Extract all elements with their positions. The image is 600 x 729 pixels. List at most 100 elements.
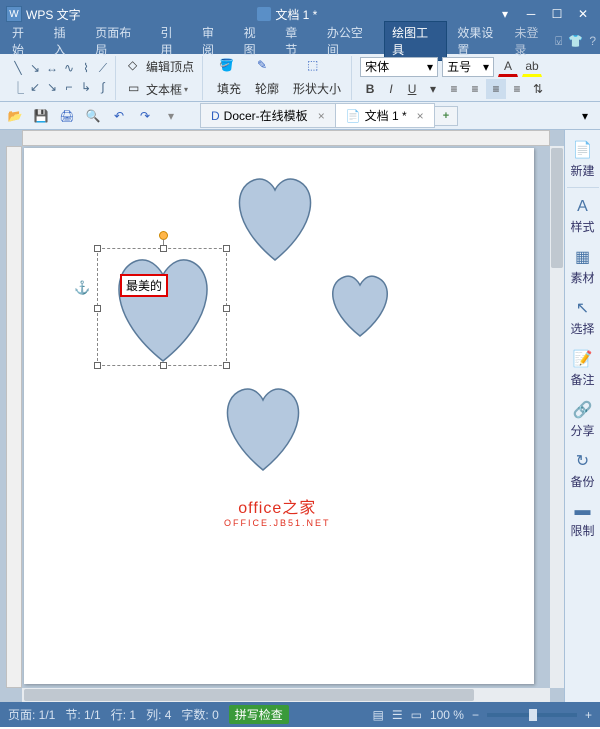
align-left-button[interactable]: ≡ (444, 79, 464, 99)
status-words[interactable]: 字数: 0 (181, 706, 218, 723)
zoom-out-button[interactable]: − (472, 708, 479, 722)
font-name-select[interactable]: 宋体▾ (360, 57, 438, 77)
side-new[interactable]: 📄新建 (567, 136, 599, 188)
maximize-icon[interactable]: ☐ (546, 5, 568, 23)
close-icon[interactable]: ✕ (572, 5, 594, 23)
cursor-icon: ↖ (576, 298, 589, 318)
side-select[interactable]: ↖ 选择 (567, 294, 599, 341)
tab-doc1-label: 文档 1 * (365, 107, 407, 124)
elbow-icon[interactable]: ⌐ (61, 78, 77, 96)
side-backup[interactable]: ↻备份 (567, 447, 599, 494)
ruler-vertical[interactable] (6, 146, 22, 688)
font-color-button[interactable]: A (498, 57, 518, 77)
align-justify-button[interactable]: ≡ (507, 79, 527, 99)
qat-more-icon[interactable]: ▾ (162, 107, 180, 125)
textbox-button[interactable]: ▭文本框▾ (124, 79, 198, 100)
zoom-slider[interactable] (487, 713, 577, 717)
edit-vertex-button[interactable]: ◇编辑顶点 (124, 56, 198, 77)
font-size-select[interactable]: 五号▾ (442, 57, 494, 77)
tab-docer-label: Docer-在线模板 (224, 107, 308, 124)
tab-close-icon[interactable]: × (318, 109, 325, 123)
status-page[interactable]: 页面: 1/1 (8, 706, 55, 723)
login-status[interactable]: 未登录 (515, 24, 550, 58)
elbow-arrow-icon[interactable]: ↳ (78, 78, 94, 96)
document-page[interactable]: ⚓ 最美的 office之家 OFFICE.JB51.NET (24, 148, 534, 684)
connector1-icon[interactable]: ⎿ (10, 78, 26, 96)
curve2-icon[interactable]: ⌇ (78, 59, 94, 77)
dropdown-icon[interactable]: ▾ (576, 107, 594, 125)
skin-icon[interactable]: ⍌ (555, 34, 562, 49)
shirt-icon[interactable]: 👕 (568, 34, 583, 48)
bold-button[interactable]: B (360, 79, 380, 99)
heart-shape-bottom[interactable] (210, 380, 316, 476)
view-web-icon[interactable]: ▭ (411, 708, 422, 722)
arrow-icon[interactable]: ↘ (27, 59, 43, 77)
redo-icon[interactable]: ↷ (136, 107, 154, 125)
connector3-icon[interactable]: ↘ (44, 78, 60, 96)
bucket-icon: 🪣 (219, 58, 239, 78)
ruler-horizontal[interactable] (22, 130, 550, 146)
tab-close-icon[interactable]: × (417, 109, 424, 123)
align-center-button[interactable]: ≡ (465, 79, 485, 99)
view-print-icon[interactable]: ▤ (372, 708, 383, 722)
fill-button[interactable]: 🪣填充 (211, 56, 247, 99)
edit-vertex-label: 编辑顶点 (146, 58, 194, 75)
workspace: ⚓ 最美的 office之家 OFFICE.JB51.NET (0, 130, 600, 702)
tab-docer[interactable]: DDocer-在线模板× (200, 103, 336, 128)
freeform-icon[interactable]: ⟋ (95, 59, 111, 77)
side-style[interactable]: A样式 (567, 194, 599, 239)
edit-group: ◇编辑顶点 ▭文本框▾ (120, 56, 203, 100)
line-icon[interactable]: ╲ (10, 59, 26, 77)
scrollbar-vertical[interactable] (550, 146, 564, 688)
side-share[interactable]: 🔗分享 (567, 396, 599, 443)
side-material[interactable]: ▦素材 (567, 243, 599, 290)
zoom-value[interactable]: 100 % (430, 708, 464, 722)
align-right-button[interactable]: ≡ (486, 79, 506, 99)
minimize-icon[interactable]: ─ (520, 5, 542, 23)
scrollbar-horizontal[interactable] (22, 688, 550, 702)
more-font-button[interactable]: ▾ (423, 79, 443, 99)
menu-bar: 开始 插入 页面布局 引用 审阅 视图 章节 办公空间 绘图工具 效果设置 未登… (0, 28, 600, 54)
watermark: office之家 OFFICE.JB51.NET (224, 494, 331, 528)
link-icon: 🔗 (573, 400, 593, 420)
highlight-button[interactable]: ab (522, 57, 542, 77)
save-icon[interactable]: 💾 (32, 107, 50, 125)
status-spell[interactable]: 拼写检查 (229, 705, 289, 724)
scroll-thumb-h[interactable] (24, 689, 474, 701)
linespacing-button[interactable]: ⇅ (528, 79, 548, 99)
print-icon[interactable]: 🖨 (58, 107, 76, 125)
connector2-icon[interactable]: ↙ (27, 78, 43, 96)
doc-tabs: DDocer-在线模板× 📄文档 1 *× + (200, 103, 457, 128)
heart-shape-top[interactable] (222, 170, 328, 266)
italic-button[interactable]: I (381, 79, 401, 99)
zoom-in-button[interactable]: + (585, 708, 592, 722)
curve-icon[interactable]: ∿ (61, 59, 77, 77)
outline-button[interactable]: ✎轮廓 (249, 56, 285, 99)
help-icon[interactable]: ? (589, 34, 596, 48)
side-note[interactable]: 📝备注 (567, 345, 599, 392)
tab-add-button[interactable]: + (434, 106, 458, 126)
double-arrow-icon[interactable]: ↔ (44, 59, 60, 77)
shape-text-input[interactable]: 最美的 (120, 274, 168, 297)
shape-lines-group: ╲ ↘ ↔ ∿ ⌇ ⟋ ⎿ ↙ ↘ ⌐ ↳ ∫ (6, 56, 116, 100)
status-section: 节: 1/1 (65, 706, 100, 723)
underline-button[interactable]: U (402, 79, 422, 99)
font-name-value: 宋体 (365, 58, 389, 75)
open-icon[interactable]: 📂 (6, 107, 24, 125)
side-limit[interactable]: ▬限制 (567, 498, 599, 543)
side-select-label: 选择 (570, 320, 594, 337)
scribble-icon[interactable]: ∫ (95, 78, 111, 96)
status-line: 行: 1 (111, 706, 136, 723)
view-outline-icon[interactable]: ☰ (392, 708, 403, 722)
selection-box[interactable] (97, 248, 227, 366)
zoom-thumb[interactable] (529, 709, 537, 721)
scroll-thumb-v[interactable] (551, 148, 563, 268)
side-panel: 📄新建 A样式 ▦素材 ↖ 选择 📝备注 🔗分享 ↻备份 ▬限制 (564, 130, 600, 702)
quick-access-bar: 📂 💾 🖨 🔍 ↶ ↷ ▾ DDocer-在线模板× 📄文档 1 *× + ▾ (0, 102, 600, 130)
preview-icon[interactable]: 🔍 (84, 107, 102, 125)
heart-shape-right[interactable] (320, 270, 400, 342)
undo-icon[interactable]: ↶ (110, 107, 128, 125)
tab-doc1[interactable]: 📄文档 1 *× (335, 103, 435, 128)
shape-size-button[interactable]: ⬚形状大小 (287, 56, 347, 99)
textbox-label: 文本框 (146, 81, 182, 98)
